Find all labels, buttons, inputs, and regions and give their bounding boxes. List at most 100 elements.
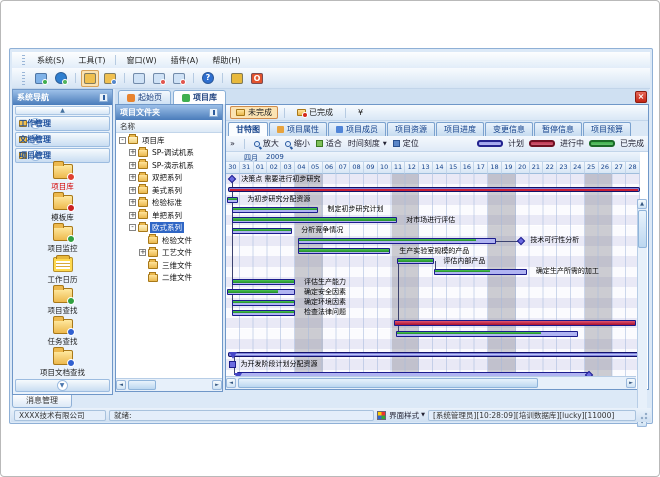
milestone-icon[interactable] [229, 361, 236, 368]
sidebar-item-项目查找[interactable]: 项目查找 [13, 288, 112, 318]
scroll-left-icon[interactable]: ◄ [226, 378, 236, 388]
tree-column-header[interactable]: 名称 [116, 120, 222, 133]
task-bar[interactable] [227, 289, 295, 295]
tree-item-检验文件[interactable]: 检验文件 [116, 234, 222, 247]
task-bar[interactable] [396, 331, 578, 337]
gantt-vscroll-thumb[interactable] [638, 210, 647, 248]
tree-item-SP-演示机系[interactable]: +SP-演示机系 [116, 159, 222, 172]
tree-item-单把系列[interactable]: +单把系列 [116, 209, 222, 222]
sidebar-item-项目监控[interactable]: 项目监控 [13, 226, 112, 256]
summary-bar[interactable] [228, 352, 640, 357]
menu-item-0[interactable]: 系统(S) [30, 54, 71, 67]
scroll-up-icon[interactable]: ▲ [637, 199, 647, 209]
form-add-icon[interactable] [150, 70, 168, 87]
sidebar-group-0[interactable]: 工作管理▼ [15, 116, 110, 131]
tree-item-SP-调试机系[interactable]: +SP-调试机系 [116, 147, 222, 160]
menu-item-3[interactable]: 插件(A) [164, 54, 206, 67]
sidebar-item-项目文档查找[interactable]: 项目文档查找 [13, 350, 112, 380]
scroll-right-icon[interactable]: ► [626, 378, 636, 388]
tab-项目进度[interactable]: 项目进度 [436, 122, 484, 136]
tree-hscroll-thumb[interactable] [128, 380, 156, 390]
task-bar[interactable] [227, 197, 238, 203]
tab-变更信息[interactable]: 变更信息 [485, 122, 533, 136]
tree-item-美式系列[interactable]: +美式系列 [116, 184, 222, 197]
zoom-in-button[interactable]: 放大 [254, 138, 279, 149]
task-bar[interactable] [232, 207, 318, 213]
menu-item-2[interactable]: 窗口(W) [119, 54, 163, 67]
tree-item-二维文件[interactable]: 二维文件 [116, 272, 222, 285]
help-icon[interactable]: ? [199, 70, 217, 87]
sidebar-partial-group[interactable]: ▼ [15, 379, 110, 392]
summary-bar[interactable] [228, 187, 640, 192]
scroll-left-icon[interactable]: ◄ [116, 380, 126, 390]
gantt-hscroll-thumb[interactable] [238, 378, 538, 388]
menubar-grip[interactable] [22, 55, 25, 65]
tab-起始页[interactable]: 起始页 [118, 90, 171, 104]
task-bar[interactable] [397, 258, 434, 264]
filter-more-button[interactable]: ¥ [352, 106, 369, 119]
tab-甘特图[interactable]: 甘特图 [228, 122, 268, 136]
power-icon[interactable]: O [248, 70, 266, 87]
project-folder-icon[interactable] [81, 70, 99, 87]
task-bar[interactable] [232, 228, 292, 234]
form-icon[interactable] [130, 70, 148, 87]
sidebar-scroll-up[interactable]: ▲ [15, 106, 110, 115]
filter-已完成[interactable]: 已完成 [291, 106, 339, 119]
tab-项目成员[interactable]: 项目成员 [328, 122, 386, 136]
resize-grip[interactable] [639, 411, 648, 420]
toolbar-grip[interactable] [22, 72, 25, 85]
task-bar[interactable] [394, 320, 636, 326]
locate-button[interactable]: 定位 [393, 138, 419, 149]
task-bar[interactable] [434, 269, 526, 275]
chevron-down-icon[interactable]: ▼ [57, 380, 68, 391]
close-icon[interactable]: × [635, 91, 647, 103]
expand-icon[interactable]: + [129, 199, 136, 206]
expand-icon[interactable]: + [129, 162, 136, 169]
task-bar[interactable] [232, 310, 295, 316]
globe-icon[interactable] [52, 70, 70, 87]
tab-项目属性[interactable]: 项目属性 [269, 122, 327, 136]
tab-暂停信息[interactable]: 暂停信息 [534, 122, 582, 136]
pin-icon[interactable] [99, 93, 108, 102]
pin-icon[interactable] [209, 108, 218, 117]
task-bar[interactable] [232, 300, 295, 306]
gantt-vscrollbar[interactable]: ▲ ▼ [637, 199, 647, 427]
collapse-icon[interactable]: - [129, 224, 136, 231]
sidebar-item-工作日历[interactable]: 工作日历 [13, 257, 112, 287]
tree-item-检验标准[interactable]: +检验标准 [116, 197, 222, 210]
sidebar-item-任务查找[interactable]: 任务查找 [13, 319, 112, 349]
sidebar-item-项目库[interactable]: 项目库 [13, 164, 112, 194]
gantt-hscrollbar[interactable]: ◄ ► [226, 376, 636, 389]
collapse-icon[interactable]: - [119, 137, 126, 144]
image-icon[interactable] [32, 70, 50, 87]
sidebar-item-模板库[interactable]: 模板库 [13, 195, 112, 225]
template-folder-icon[interactable] [101, 70, 119, 87]
tree-item-三维文件[interactable]: 三维文件 [116, 259, 222, 272]
toolbar-overflow[interactable]: » [230, 139, 235, 148]
form-del-icon[interactable] [170, 70, 188, 87]
expand-icon[interactable]: + [129, 187, 136, 194]
tab-项目资源[interactable]: 项目资源 [387, 122, 435, 136]
sidebar-group-1[interactable]: 文档管理▼ [15, 132, 110, 147]
expand-icon[interactable]: + [129, 149, 136, 156]
tab-项目库[interactable]: 项目库 [173, 90, 226, 104]
timescale-dropdown[interactable]: 时间刻度▼ [348, 138, 387, 149]
tree-item-双把系列[interactable]: +双把系列 [116, 172, 222, 185]
tab-项目预算[interactable]: 项目预算 [583, 122, 631, 136]
tree-hscrollbar[interactable]: ◄ ► [116, 378, 222, 391]
interface-style-button[interactable]: 界面样式▼ [389, 410, 425, 421]
task-bar[interactable] [298, 238, 497, 244]
scroll-right-icon[interactable]: ► [212, 380, 222, 390]
filter-未完成[interactable]: 未完成 [230, 106, 278, 119]
tab-message-management[interactable]: 消息管理 [12, 395, 72, 408]
tree-item-欧式系列[interactable]: -欧式系列 [116, 222, 222, 235]
menu-item-4[interactable]: 帮助(H) [205, 54, 247, 67]
tree-item-项目库[interactable]: -项目库 [116, 134, 222, 147]
menu-item-1[interactable]: 工具(T) [71, 54, 112, 67]
task-bar[interactable] [232, 217, 397, 223]
expand-icon[interactable]: + [139, 249, 146, 256]
lock-icon[interactable] [228, 70, 246, 87]
tree-item-工艺文件[interactable]: +工艺文件 [116, 247, 222, 260]
fit-button[interactable]: 适合 [316, 138, 342, 149]
task-bar[interactable] [232, 279, 295, 285]
